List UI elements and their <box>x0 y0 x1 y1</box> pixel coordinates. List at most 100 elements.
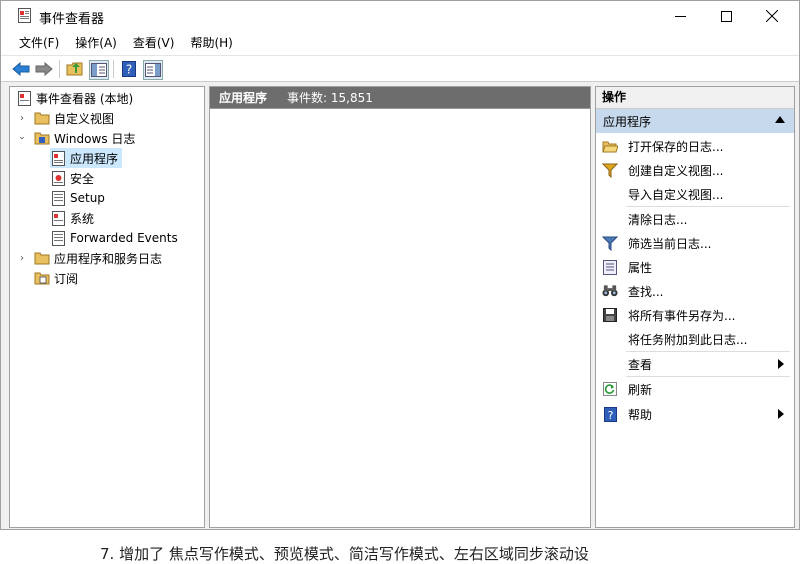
tree-item-label: 应用程序和服务日志 <box>54 251 163 266</box>
action-separator <box>626 206 790 207</box>
minimize-button[interactable] <box>657 1 703 31</box>
log-header: 应用程序 事件数: 15,851 <box>210 87 590 108</box>
action-filter-current-log[interactable]: 筛选当前日志... <box>596 232 794 254</box>
action-label: 查看 <box>628 357 653 372</box>
actions-header: 操作 <box>596 87 794 109</box>
action-save-all-events[interactable]: 将所有事件另存为... <box>596 304 794 326</box>
folder-icon <box>34 250 50 266</box>
tree-item-setup[interactable]: Setup <box>50 188 105 208</box>
action-find[interactable]: 查找... <box>596 280 794 302</box>
tree-item-forwarded-events[interactable]: Forwarded Events <box>50 228 178 248</box>
folder-icon <box>34 110 50 126</box>
log-icon <box>50 150 66 166</box>
action-attach-task[interactable]: 将任务附加到此日志... <box>596 328 794 350</box>
tree-item-subscriptions[interactable]: 订阅 <box>34 268 78 288</box>
tree-item-label: 自定义视图 <box>54 111 115 126</box>
console-tree: 事件查看器 (本地) › 自定义视图 › Windows 日志 应用程序 安全 … <box>9 86 205 528</box>
toolbar-separator <box>59 60 60 78</box>
tree-item-apps-services-logs[interactable]: 应用程序和服务日志 <box>34 248 162 268</box>
action-label: 查找... <box>628 284 664 299</box>
log-icon <box>50 190 66 206</box>
tree-item-custom-views[interactable]: 自定义视图 <box>34 108 114 128</box>
submenu-arrow-icon <box>778 409 784 419</box>
action-help-submenu[interactable]: ? 帮助 <box>596 403 794 425</box>
action-label: 筛选当前日志... <box>628 236 712 251</box>
tree-item-system[interactable]: 系统 <box>50 208 94 228</box>
tree-item-label: Forwarded Events <box>70 231 178 245</box>
toolbar-separator <box>113 60 114 78</box>
event-viewer-app-icon <box>18 8 31 23</box>
minimize-icon <box>674 15 686 17</box>
maximize-button[interactable] <box>703 1 749 31</box>
log-icon <box>50 210 66 226</box>
action-label: 属性 <box>628 260 653 275</box>
security-log-icon <box>50 170 66 186</box>
tree-item-application[interactable]: 应用程序 <box>50 148 123 168</box>
show-hide-action-pane-button[interactable] <box>143 60 163 80</box>
tree-item-label: 事件查看器 (本地) <box>36 91 134 106</box>
toolbar: ? <box>1 56 799 82</box>
log-name: 应用程序 <box>219 91 268 105</box>
tree-item-label: Windows 日志 <box>54 131 136 146</box>
submenu-arrow-icon <box>778 359 784 369</box>
action-import-custom-view[interactable]: 导入自定义视图... <box>596 183 794 205</box>
help-button[interactable]: ? <box>120 60 138 78</box>
event-viewer-icon <box>16 90 32 106</box>
action-view-submenu[interactable]: 查看 <box>596 353 794 375</box>
tree-item-label: 安全 <box>70 171 95 186</box>
event-list[interactable] <box>210 108 590 527</box>
tree-item-label: Setup <box>70 191 105 205</box>
up-level-button[interactable] <box>66 60 84 78</box>
event-count: 事件数: 15,851 <box>287 91 373 105</box>
show-hide-action-pane-icon <box>145 63 161 77</box>
forward-button[interactable] <box>35 60 53 78</box>
menu-view[interactable]: 查看(V) <box>125 31 183 55</box>
action-label: 刷新 <box>628 382 653 397</box>
svg-text:?: ? <box>607 409 613 422</box>
up-folder-icon <box>66 62 83 76</box>
open-folder-icon <box>602 138 618 154</box>
filter-icon <box>602 235 618 251</box>
action-open-saved-log[interactable]: 打开保存的日志... <box>596 135 794 157</box>
expand-chevron-icon[interactable]: › <box>17 248 27 268</box>
action-clear-log[interactable]: 清除日志... <box>596 208 794 230</box>
action-label: 将任务附加到此日志... <box>628 332 748 347</box>
menu-bar: 文件(F) 操作(A) 查看(V) 帮助(H) <box>1 31 799 56</box>
action-label: 打开保存的日志... <box>628 139 724 154</box>
tree-item-event-viewer-root[interactable]: 事件查看器 (本地) <box>16 88 133 108</box>
forward-arrow-icon <box>35 62 53 76</box>
action-label: 导入自定义视图... <box>628 187 724 202</box>
back-button[interactable] <box>12 60 30 78</box>
tree-item-windows-logs[interactable]: Windows 日志 <box>34 128 135 148</box>
action-label: 将所有事件另存为... <box>628 308 736 323</box>
background-document-text: 7. 增加了 焦点写作模式、预览模式、简洁写作模式、左右区域同步滚动设 <box>100 545 589 563</box>
binoculars-icon <box>602 283 618 299</box>
action-label: 帮助 <box>628 407 653 422</box>
svg-text:?: ? <box>126 63 132 77</box>
title-bar[interactable]: 事件查看器 <box>1 1 799 31</box>
close-button[interactable] <box>749 1 795 31</box>
collapse-triangle-icon <box>775 116 785 123</box>
log-icon <box>50 230 66 246</box>
action-separator <box>626 376 790 377</box>
action-separator <box>626 351 790 352</box>
actions-pane: 操作 应用程序 打开保存的日志... 创建自定义视图... 导入自定义视图...… <box>595 86 795 528</box>
expand-chevron-icon[interactable]: › <box>17 108 27 128</box>
help-icon: ? <box>122 61 136 77</box>
tree-item-label: 订阅 <box>54 271 79 286</box>
folder-open-icon <box>34 130 50 146</box>
show-hide-tree-icon <box>91 63 107 77</box>
help-icon: ? <box>602 406 618 422</box>
action-create-custom-view[interactable]: 创建自定义视图... <box>596 159 794 181</box>
tree-item-label: 系统 <box>70 211 95 226</box>
collapse-chevron-icon[interactable]: › <box>12 133 32 143</box>
tree-item-security[interactable]: 安全 <box>50 168 94 188</box>
actions-section-application[interactable]: 应用程序 <box>596 109 794 133</box>
show-hide-console-tree-button[interactable] <box>89 60 109 80</box>
menu-action[interactable]: 操作(A) <box>67 31 125 55</box>
action-properties[interactable]: 属性 <box>596 256 794 278</box>
filter-star-icon <box>602 162 618 178</box>
menu-help[interactable]: 帮助(H) <box>182 31 240 55</box>
action-refresh[interactable]: 刷新 <box>596 378 794 400</box>
menu-file[interactable]: 文件(F) <box>11 31 67 55</box>
